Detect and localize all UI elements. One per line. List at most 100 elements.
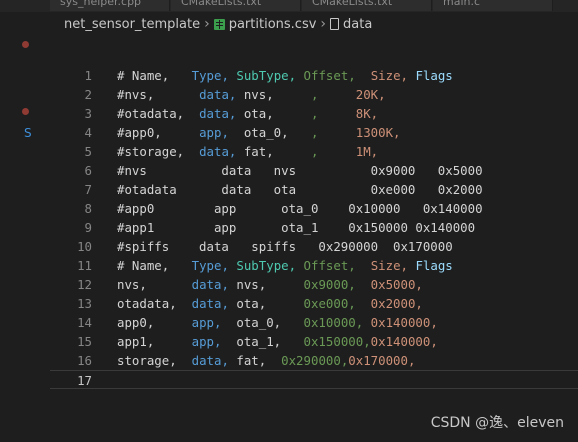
code-token: ota,	[228, 296, 304, 311]
code-token: ota_0,	[221, 315, 304, 330]
line-code: storage, data, fat, 0x290000,0x170000,	[117, 351, 415, 370]
code-token: app0,	[117, 315, 192, 330]
code-token: Flags	[415, 258, 453, 273]
tab-bar: sys_helper.cpp CMakeLists.txt CMakeLists…	[0, 0, 578, 12]
tab-cmakelists-2[interactable]: CMakeLists.txt	[302, 0, 432, 11]
code-line[interactable]: 16 storage, data, fat, 0x290000,0x170000,	[50, 351, 578, 370]
line-code: app1, app, ota_1, 0x150000,0x140000,	[117, 332, 438, 351]
line-number: 16	[77, 353, 92, 368]
line-number: 9	[84, 220, 92, 235]
code-token: nvs,	[117, 277, 192, 292]
code-token: # Name,	[117, 258, 192, 273]
code-token: nvs,	[228, 277, 304, 292]
line-code: otadata, data, ota, 0xe000, 0x2000,	[117, 294, 423, 313]
code-line[interactable]: 9 #app1 app ota_1 0x150000 0x140000	[50, 218, 578, 237]
code-token: 0x290000,	[281, 353, 349, 368]
line-number: 8	[84, 201, 92, 216]
file-icon	[330, 18, 340, 30]
code-token: 0x10000,	[303, 315, 364, 330]
code-line[interactable]: 11 # Name, Type, SubType, Offset, Size, F…	[50, 256, 578, 275]
left-gutter: S	[0, 12, 50, 442]
code-token: otadata,	[117, 296, 192, 311]
code-line[interactable]: 7 #otadata data ota 0xe000 0x2000	[50, 180, 578, 199]
code-line[interactable]: 12 nvs, data, nvs, 0x9000, 0x5000,	[50, 275, 578, 294]
code-token: app,	[199, 125, 229, 140]
tab-main-c[interactable]: main.c	[433, 0, 553, 11]
line-code: # Name, Type, SubType, Offset, Size, Fla…	[117, 256, 453, 275]
code-line[interactable]: 10 #spiffs data spiffs 0x290000 0x170000	[50, 237, 578, 256]
code-token: #spiffs data spiffs 0x290000 0x170000	[117, 239, 453, 254]
line-number: 10	[77, 239, 92, 254]
tab-cmakelists-1[interactable]: CMakeLists.txt	[171, 0, 301, 11]
code-token: 0x9000,	[303, 277, 356, 292]
code-token: SubType,	[236, 68, 297, 83]
code-token: app,	[191, 334, 222, 349]
code-line[interactable]: 8 #app0 app ota_0 0x10000 0x140000	[50, 199, 578, 218]
code-token: Offset,	[303, 68, 356, 83]
code-token: 0x140000,	[370, 334, 438, 349]
code-line[interactable]: 1 # Name, Type, SubType, Offset, Size, Fl…	[50, 66, 578, 85]
code-token: data,	[191, 353, 229, 368]
code-line[interactable]: 14 app0, app, ota_0, 0x10000, 0x140000,	[50, 313, 578, 332]
code-token: SubType,	[236, 258, 297, 273]
line-number: 17	[77, 373, 92, 388]
code-token: 0x140000,	[370, 315, 438, 330]
line-code: app0, app, ota_0, 0x10000, 0x140000,	[117, 313, 438, 332]
code-token: 20K,	[355, 87, 386, 102]
line-number: 2	[84, 87, 92, 102]
breadcrumb-file[interactable]: partitions.csv	[229, 17, 317, 32]
code-token: Flags	[415, 68, 453, 83]
line-code: #app0, app, ota_0, , 1300K,	[117, 123, 401, 142]
code-token: data,	[191, 277, 229, 292]
code-token: Offset,	[303, 258, 356, 273]
breadcrumb: net_sensor_template › partitions.csv › d…	[50, 12, 578, 36]
code-line[interactable]: 15 app1, app, ota_1, 0x150000,0x140000,	[50, 332, 578, 351]
code-token: nvs,	[236, 87, 311, 102]
code-token: data,	[199, 106, 237, 121]
line-number: 12	[77, 277, 92, 292]
scm-status-letter: S	[24, 126, 32, 140]
line-code: #storage, data, fat, , 1M,	[117, 142, 378, 161]
code-token: Type,	[191, 68, 229, 83]
line-number: 5	[84, 144, 92, 159]
code-token: data,	[191, 296, 229, 311]
code-line[interactable]: 6 #nvs data nvs 0x9000 0x5000	[50, 161, 578, 180]
line-number: 4	[84, 125, 92, 140]
csv-file-icon	[213, 18, 225, 30]
code-token: #app1 app ota_1 0x150000 0x140000	[117, 220, 476, 235]
code-token: Type,	[191, 258, 229, 273]
modified-dot-icon	[22, 108, 29, 115]
code-token: #app0,	[117, 125, 200, 140]
breadcrumb-folder[interactable]: net_sensor_template	[64, 17, 200, 32]
code-line[interactable]: 17	[50, 370, 578, 389]
code-token: 1M,	[355, 144, 379, 159]
code-line[interactable]: 4 #app0, app, ota_0, , 1300K,	[50, 123, 578, 142]
code-token: #app0 app ota_0 0x10000 0x140000	[117, 201, 483, 216]
code-token: ota,	[236, 106, 311, 121]
code-token: #storage,	[117, 144, 200, 159]
code-line[interactable]: 13 otadata, data, ota, 0xe000, 0x2000,	[50, 294, 578, 313]
code-line[interactable]: 2 #nvs, data, nvs, , 20K,	[50, 85, 578, 104]
line-code: nvs, data, nvs, 0x9000, 0x5000,	[117, 275, 423, 294]
tab-sys-helper[interactable]: sys_helper.cpp	[50, 0, 170, 11]
line-code: #app1 app ota_1 0x150000 0x140000	[117, 218, 475, 237]
line-number: 1	[84, 68, 92, 83]
code-line[interactable]: 3 #otadata, data, ota, , 8K,	[50, 104, 578, 123]
line-number: 3	[84, 106, 92, 121]
line-number: 14	[77, 315, 92, 330]
code-token: fat,	[228, 353, 282, 368]
line-code: #app0 app ota_0 0x10000 0x140000	[117, 199, 483, 218]
chevron-right-icon: ›	[204, 16, 210, 32]
code-token: 1300K,	[355, 125, 401, 140]
code-token: 0x150000,	[303, 334, 371, 349]
code-line[interactable]: 5 #storage, data, fat, , 1M,	[50, 142, 578, 161]
code-token: 0x170000,	[348, 353, 416, 368]
code-editor[interactable]: 1 # Name, Type, SubType, Offset, Size, Fl…	[50, 66, 578, 389]
breadcrumb-symbol[interactable]: data	[343, 17, 372, 32]
code-token: # Name,	[117, 68, 192, 83]
